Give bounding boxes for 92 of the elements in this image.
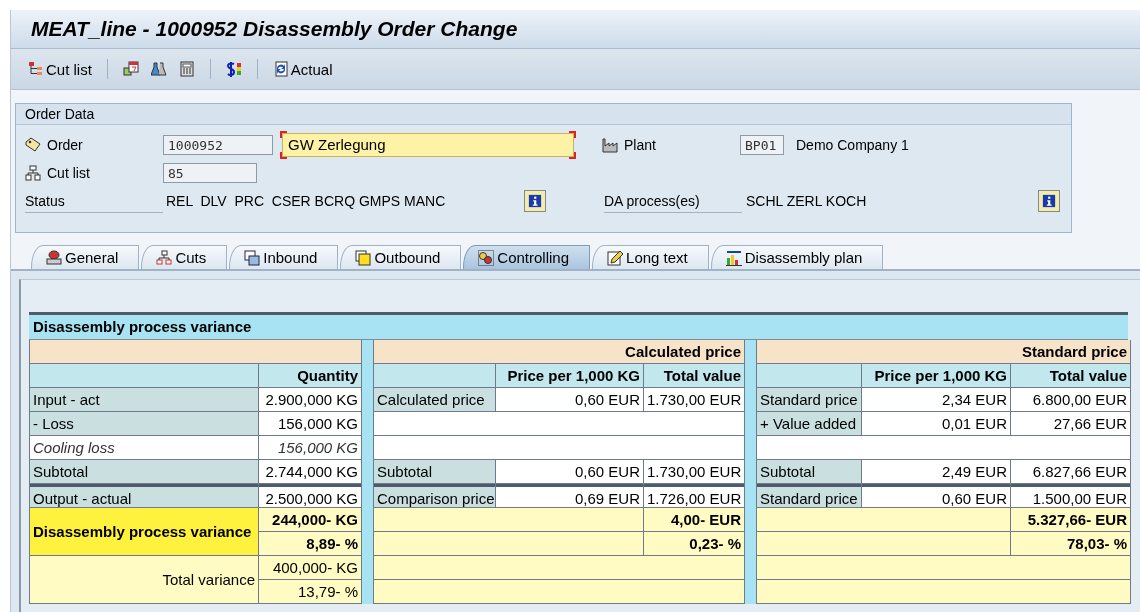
calendar-icon (122, 61, 139, 77)
calculator-icon (178, 61, 195, 77)
refresh-icon (272, 61, 289, 77)
field-label: Plant (624, 137, 656, 153)
window-title: MEAT_line - 1000952 Disassembly Order Change (11, 10, 1140, 49)
table-cell: 0,01 EUR (862, 412, 1010, 435)
input-field[interactable]: GW Zerlegung (282, 133, 574, 157)
hierarchy-icon (25, 165, 41, 181)
table-cell: 0,60 EUR (496, 460, 643, 483)
input-field[interactable]: 85 (163, 163, 257, 183)
arrow-tag-icon (25, 137, 41, 153)
tab[interactable]: Disassembly plan (710, 245, 884, 269)
table-cell: 1.500,00 EUR (1011, 484, 1130, 507)
bar-chart-icon (725, 249, 742, 266)
plant-name: Demo Company 1 (796, 137, 909, 153)
table-cell: 6.800,00 EUR (1011, 388, 1130, 411)
table-cell: 0,60 EUR (496, 388, 643, 411)
info-icon (1042, 194, 1056, 208)
section-header: Calculated price (374, 340, 744, 363)
row-label: Disassembly process variance (30, 508, 258, 555)
tab[interactable]: Cuts (141, 245, 228, 269)
row-label: Cooling loss (30, 436, 258, 459)
stamp-icon (46, 249, 62, 266)
toolbar-button[interactable]: Cut list (25, 58, 95, 80)
table-cell: 1.730,00 EUR (644, 388, 744, 411)
table-cell: 1.726,00 EUR (644, 484, 744, 507)
input-field[interactable]: BP01 (740, 135, 784, 155)
notepad-pencil-icon (607, 249, 624, 266)
table-cell: 0,69 EUR (496, 484, 643, 507)
table-cell: 2,49 EUR (862, 460, 1010, 483)
group-title: Order Data (25, 106, 95, 122)
table-cell: 13,79- % (259, 580, 361, 603)
row-label: Input - act (30, 388, 258, 411)
table-cell: 2.900,000 KG (259, 388, 361, 411)
input-field[interactable]: 1000952 (163, 135, 273, 155)
factory-icon (602, 137, 618, 153)
square-icon (355, 249, 372, 266)
table-cell: 400,000- KG (259, 556, 361, 579)
flask-icon (150, 61, 167, 77)
hierarchy-icon (28, 61, 44, 77)
table-cell: 8,89- % (259, 532, 361, 555)
tab[interactable]: Outbound (340, 245, 462, 269)
column-header: Price per 1,000 KG (862, 364, 1010, 387)
table-cell: 6.827,66 EUR (1011, 460, 1130, 483)
section-header: Standard price (757, 340, 1130, 363)
row-label: Standard price (757, 484, 861, 507)
info-button[interactable] (1038, 190, 1060, 212)
table-cell: 2.500,000 KG (259, 484, 361, 507)
row-label: Calculated price (374, 388, 495, 411)
row-label: Total variance (30, 556, 258, 603)
row-label: Subtotal (30, 460, 258, 483)
table-cell: 156,000 KG (259, 436, 361, 459)
column-header: Quantity (259, 364, 361, 387)
coins-icon (478, 249, 495, 266)
table-cell: 78,03- % (1011, 532, 1130, 555)
field-label: Order (47, 137, 83, 153)
column-header: Total value (1011, 364, 1130, 387)
table-cell: 244,000- KG (259, 508, 361, 531)
table-cell: 2.744,000 KG (259, 460, 361, 483)
row-label: + Value added (757, 412, 861, 435)
table-cell: 1.730,00 EUR (644, 460, 744, 483)
row-label: Standard price (757, 388, 861, 411)
table-cell: 156,000 KG (259, 412, 361, 435)
status-value: REL DLV PRC CSER BCRQ GMPS MANC (165, 193, 447, 209)
table-cell: 2,34 EUR (862, 388, 1010, 411)
table-cell: 0,23- % (644, 532, 744, 555)
tab[interactable]: General (31, 245, 140, 269)
field-label: Status (25, 192, 65, 209)
tab[interactable]: Controlling (463, 245, 591, 269)
hierarchy-icon (156, 249, 173, 266)
info-button[interactable] (524, 190, 546, 212)
column-header: Total value (644, 364, 744, 387)
table-cell: 4,00- EUR (644, 508, 744, 531)
field-label: DA process(es) (604, 192, 700, 209)
dollar-bars-icon (225, 61, 242, 77)
row-label: Comparison price (374, 484, 495, 507)
row-label: - Loss (30, 412, 258, 435)
column-header: Price per 1,000 KG (496, 364, 643, 387)
table-title: Disassembly process variance (33, 318, 252, 335)
table-cell: 5.327,66- EUR (1011, 508, 1130, 531)
field-label: Cut list (47, 165, 90, 181)
row-label: Subtotal (757, 460, 861, 483)
tab[interactable]: Long text (592, 245, 709, 269)
toolbar-button[interactable]: Actual (269, 58, 336, 80)
row-label: Output - actual (30, 484, 258, 507)
table-cell: 27,66 EUR (1011, 412, 1130, 435)
tab[interactable]: Inbound (229, 245, 339, 269)
table-cell: 0,60 EUR (862, 484, 1010, 507)
windows-icon (244, 249, 261, 266)
da-process-value: SCHL ZERL KOCH (745, 193, 868, 209)
info-icon (528, 194, 542, 208)
row-label: Subtotal (374, 460, 495, 483)
